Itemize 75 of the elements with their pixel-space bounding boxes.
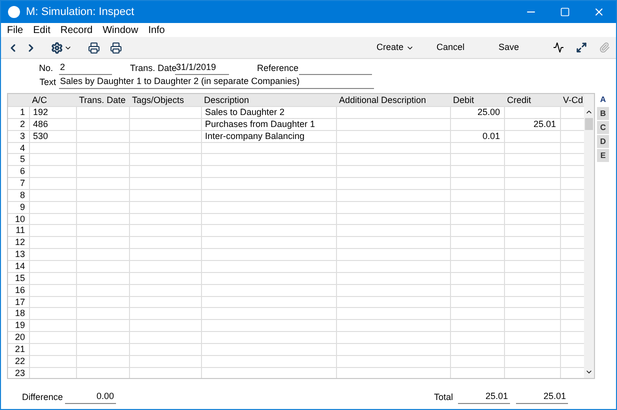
row-number: 13 xyxy=(14,249,26,260)
credit-total-field: 25.01 xyxy=(516,390,568,404)
cancel-button[interactable]: Cancel xyxy=(436,40,464,54)
side-tab[interactable]: E xyxy=(597,149,609,162)
menu-item[interactable]: Info xyxy=(148,22,165,38)
scrollbar[interactable] xyxy=(584,94,594,378)
row-number: 22 xyxy=(14,356,26,367)
field-label: Reference xyxy=(257,62,299,74)
table-cell: 25.00 xyxy=(450,107,504,118)
column-header[interactable]: Tags/Objects xyxy=(129,94,201,106)
row-number: 1 xyxy=(18,107,26,118)
row-number: 19 xyxy=(14,320,26,332)
table-cell: Purchases from Daughter 1 xyxy=(201,118,336,130)
row-number: 6 xyxy=(18,166,26,178)
row-number: 20 xyxy=(14,332,26,343)
row-number: 2 xyxy=(18,118,26,130)
table-cell: 486 xyxy=(29,118,76,130)
column-header[interactable]: Debit xyxy=(450,94,504,106)
row-number: 9 xyxy=(18,202,26,213)
save-button[interactable]: Save xyxy=(498,40,519,54)
app-icon xyxy=(8,6,20,18)
table-cell: 25.01 xyxy=(504,118,560,130)
column-header[interactable]: V-Cd xyxy=(560,94,584,106)
side-tab[interactable]: D xyxy=(597,135,609,148)
row-number: 21 xyxy=(14,344,26,355)
difference-field: 0.00 xyxy=(65,390,116,404)
field-label: Trans. Date xyxy=(130,62,175,74)
row-number: 23 xyxy=(14,368,26,378)
field-label: Text xyxy=(39,76,57,88)
date-field[interactable]: 31/1/2019 xyxy=(175,60,229,75)
column-header[interactable]: Description xyxy=(201,94,336,106)
column-header[interactable]: Trans. Date xyxy=(76,94,129,106)
column-header[interactable]: Additional Description xyxy=(336,94,450,106)
table-cell: 530 xyxy=(29,130,76,142)
side-tab[interactable]: B xyxy=(597,107,609,120)
maximize-icon xyxy=(560,7,570,17)
table-cell: 0.01 xyxy=(450,130,504,142)
row-number: 7 xyxy=(18,178,26,189)
window-title: M: Simulation: Inspect xyxy=(26,4,136,20)
menu-item[interactable]: Window xyxy=(102,22,138,38)
row-number: 15 xyxy=(14,272,26,284)
row-number: 5 xyxy=(18,154,26,166)
table-cell: 192 xyxy=(29,107,76,118)
row-number: 8 xyxy=(18,190,26,201)
menu-item[interactable]: File xyxy=(7,22,24,38)
scroll-up-icon[interactable] xyxy=(585,108,593,116)
text-field[interactable]: Sales by Daughter 1 to Daughter 2 (in separate Companies) xyxy=(59,74,374,89)
row-number: 16 xyxy=(14,284,26,296)
wave-icon[interactable] xyxy=(553,42,564,53)
side-tab[interactable]: C xyxy=(597,121,609,134)
table-cell: Inter-company Balancing xyxy=(201,130,336,142)
row-number: 18 xyxy=(14,308,26,320)
column-header[interactable]: A/C xyxy=(29,94,76,106)
row-number: 3 xyxy=(18,130,26,142)
row-number: 17 xyxy=(14,296,26,308)
row-number: 14 xyxy=(14,260,26,272)
row-number: 10 xyxy=(14,214,26,224)
settings-icon[interactable] xyxy=(51,42,63,54)
debit-total-field: 25.01 xyxy=(458,390,510,404)
number-field[interactable]: 2 xyxy=(59,60,112,75)
print-icon[interactable] xyxy=(88,42,100,54)
create-button[interactable]: Create xyxy=(376,40,414,54)
column-header[interactable]: Credit xyxy=(504,94,560,106)
field-label: Difference xyxy=(22,390,64,404)
field-label: No. xyxy=(39,62,54,74)
menu-item[interactable]: Record xyxy=(60,22,93,38)
row-number: 11 xyxy=(14,225,26,236)
row-number: 12 xyxy=(14,237,26,248)
close-icon xyxy=(593,6,605,18)
field-label: Total xyxy=(434,390,454,404)
expand-icon[interactable] xyxy=(576,42,587,53)
menu-item[interactable]: Edit xyxy=(33,22,50,38)
scroll-thumb[interactable] xyxy=(585,118,593,130)
table-cell: Sales to Daughter 2 xyxy=(201,107,336,118)
row-number: 4 xyxy=(18,142,26,154)
